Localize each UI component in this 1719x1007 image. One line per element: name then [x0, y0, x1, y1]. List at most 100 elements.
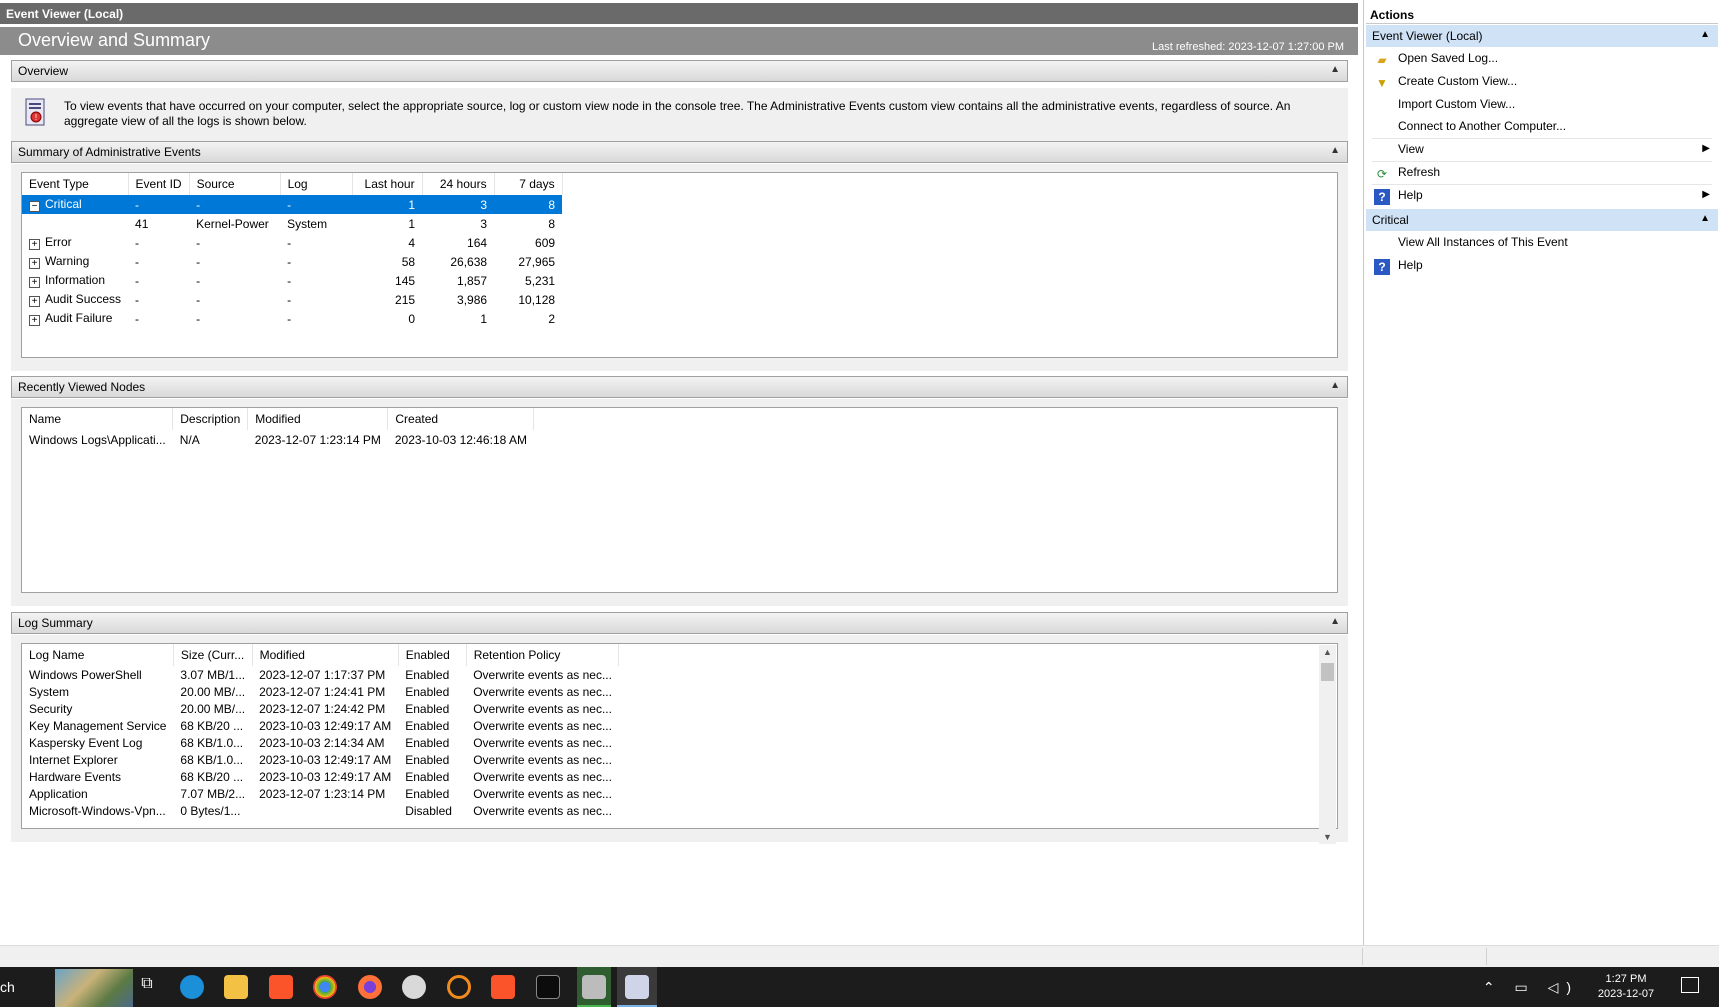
recent-section-header[interactable]: Recently Viewed Nodes ▲	[11, 376, 1348, 398]
action-import-custom-view[interactable]: Import Custom View...	[1366, 93, 1718, 117]
overview-section-header[interactable]: Overview ▲	[11, 60, 1348, 82]
terminal-icon[interactable]	[536, 975, 560, 999]
actions-group-critical[interactable]: Critical ▲	[1366, 209, 1718, 231]
log-summary-section-header[interactable]: Log Summary ▲	[11, 612, 1348, 634]
action-refresh[interactable]: ⟳ Refresh	[1366, 161, 1718, 185]
actions-group-event-viewer[interactable]: Event Viewer (Local) ▲	[1366, 25, 1718, 47]
action-connect-to-another-computer[interactable]: Connect to Another Computer...	[1366, 115, 1718, 139]
collapse-icon[interactable]: ▲	[1330, 64, 1340, 75]
table-row[interactable]: + Audit Success - - -215 3,986 10,128	[22, 290, 562, 309]
expand-icon[interactable]: +	[29, 277, 40, 288]
table-row[interactable]: + Error - - - 4 164 609	[22, 233, 562, 252]
table-row[interactable]: Key Management Service 68 KB/20 ... 2023-1…	[22, 717, 619, 734]
firefox-icon[interactable]	[358, 975, 382, 999]
column-header[interactable]: Enabled	[398, 644, 467, 666]
action-open-saved-log[interactable]: ▰ Open Saved Log...	[1366, 47, 1718, 71]
brave-icon[interactable]	[269, 975, 293, 999]
table-cell: Windows Logs\Applicati...	[29, 432, 166, 447]
column-header[interactable]: Created	[387, 408, 535, 430]
recent-section-label: Recently Viewed Nodes	[18, 380, 146, 394]
brave-icon[interactable]	[491, 975, 515, 999]
search-app-icon[interactable]	[447, 975, 471, 999]
table-row[interactable]: Hardware Events 68 KB/20 ... 2023-10-03 12…	[22, 768, 619, 785]
column-header[interactable]: 24 hours	[422, 173, 495, 195]
table-row[interactable]: Internet Explorer 68 KB/1.0... 2023-10-03 …	[22, 751, 619, 768]
table-cell: 164	[467, 235, 488, 250]
column-header[interactable]: Source	[189, 173, 281, 195]
column-header[interactable]: Modified	[247, 408, 389, 430]
table-cell: 68 KB/20 ...	[180, 718, 244, 733]
column-header[interactable]: Retention Policy	[466, 644, 620, 666]
column-header[interactable]: Event Type	[22, 173, 129, 195]
usb-drive-icon[interactable]	[582, 975, 606, 999]
scroll-down-icon[interactable]: ▼	[1323, 832, 1332, 842]
log-summary-scrollbar[interactable]: ▲ ▼	[1319, 645, 1336, 844]
notification-icon[interactable]	[1681, 977, 1699, 993]
table-row[interactable]: Windows PowerShell 3.07 MB/1... 2023-12-07…	[22, 666, 619, 683]
column-header[interactable]: Size (Curr...	[173, 644, 253, 666]
collapse-icon[interactable]: ▲	[1700, 213, 1710, 224]
collapse-icon[interactable]: ▲	[1330, 145, 1340, 156]
expand-icon[interactable]: +	[29, 296, 40, 307]
collapse-icon[interactable]: −	[29, 201, 40, 212]
table-row[interactable]: + Information - - - 145 1,857 5,231	[22, 271, 562, 290]
column-header[interactable]: Event ID	[128, 173, 190, 195]
column-header[interactable]: 7 days	[494, 173, 563, 195]
table-row[interactable]: Security 20.00 MB/... 2023-12-07 1:24:42 P…	[22, 700, 619, 717]
summary-section-header[interactable]: Summary of Administrative Events ▲	[11, 141, 1348, 163]
expand-icon[interactable]: +	[29, 315, 40, 326]
log-summary-table: Log Name Size (Curr... Modified Enabled Rete…	[22, 644, 620, 819]
table-cell: 2023-12-07 1:24:42 PM	[259, 701, 386, 716]
action-view-all-instances-of-this-event[interactable]: View All Instances of This Event	[1366, 231, 1718, 255]
action-help[interactable]: ? Help	[1366, 254, 1718, 278]
column-header[interactable]: Last hour	[352, 173, 423, 195]
column-header[interactable]: Name	[22, 408, 174, 430]
expand-icon[interactable]: +	[29, 239, 40, 250]
tray-icons[interactable]: ⌃ ▭ ◁)	[1483, 979, 1579, 996]
table-row[interactable]: Application 7.07 MB/2... 2023-12-07 1:23:1…	[22, 785, 619, 802]
table-row[interactable]: System 20.00 MB/... 2023-12-07 1:24:41 PM E…	[22, 683, 619, 700]
table-row[interactable]: − Critical - - -1 3 8	[22, 195, 563, 214]
search-highlight-image[interactable]	[55, 969, 133, 1007]
actions-pane: Actions Event Viewer (Local) ▲ ▰ Open Sav…	[1363, 0, 1719, 945]
table-row[interactable]: Kaspersky Event Log 68 KB/1.0... 2023-10-0…	[22, 734, 619, 751]
scroll-up-icon[interactable]: ▲	[1323, 647, 1332, 657]
table-row[interactable]: + Audit Failure - - - 0 1 2	[22, 309, 562, 328]
table-cell: 2023-10-03 12:49:17 AM	[259, 752, 392, 767]
table-cell: -	[189, 195, 281, 214]
file-explorer-icon[interactable]	[224, 975, 248, 999]
table-row[interactable]: Windows Logs\Applicati... N/A 2023-12-07 1…	[22, 430, 534, 449]
overview-text: To view events that have occurred on you…	[64, 99, 1291, 128]
table-cell: Enabled	[405, 701, 450, 716]
scrollbar-thumb[interactable]	[1321, 663, 1334, 681]
chrome-icon[interactable]	[313, 975, 337, 999]
column-header[interactable]: Description	[172, 408, 249, 430]
table-row[interactable]: 41 Kernel-Power System 1 3 8	[22, 214, 562, 233]
collapse-icon[interactable]: ▲	[1330, 380, 1340, 391]
event-type-label: Information	[45, 273, 106, 287]
app-icon[interactable]	[402, 975, 426, 999]
collapse-icon[interactable]: ▲	[1330, 616, 1340, 627]
action-help[interactable]: ? Help ▶	[1366, 184, 1718, 208]
collapse-icon[interactable]: ▲	[1700, 29, 1710, 40]
action-view[interactable]: View ▶	[1366, 138, 1718, 162]
action-create-custom-view[interactable]: ▼ Create Custom View...	[1366, 70, 1718, 94]
table-row[interactable]: + Warning - - - 58 26,638 27,965	[22, 252, 562, 271]
clock[interactable]: 1:27 PM 2023-12-07	[1591, 972, 1661, 1002]
log-summary-section-label: Log Summary	[18, 616, 93, 630]
task-view-icon[interactable]: ⧉	[135, 975, 159, 999]
table-cell: 5,231	[525, 273, 556, 288]
column-header[interactable]: Modified	[252, 644, 399, 666]
table-cell: Overwrite events as nec...	[473, 667, 612, 682]
table-cell: -	[287, 292, 292, 307]
column-header[interactable]: Log Name	[22, 644, 174, 666]
table-cell: -	[128, 195, 190, 214]
last-refreshed-text: Last refreshed: 2023-12-07 1:27:00 PM	[1151, 41, 1344, 53]
table-cell: -	[135, 292, 140, 307]
taskbar-search-text[interactable]: ch	[0, 979, 15, 995]
edge-icon[interactable]	[180, 975, 204, 999]
table-row[interactable]: Microsoft-Windows-Vpn... 0 Bytes/1... Disa…	[22, 802, 619, 819]
event-viewer-icon[interactable]	[625, 975, 649, 999]
column-header[interactable]: Log	[280, 173, 353, 195]
expand-icon[interactable]: +	[29, 258, 40, 269]
